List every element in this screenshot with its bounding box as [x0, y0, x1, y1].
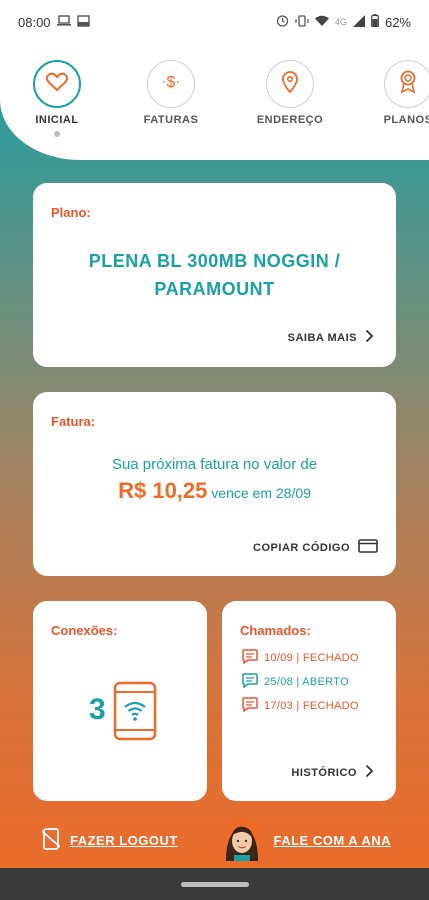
bottom-actions: FAZER LOGOUT FALE COM A ANA [0, 814, 429, 866]
status-right: 4G 62% [276, 14, 411, 30]
award-icon [399, 70, 417, 99]
connections-count: 3 [89, 693, 106, 726]
chat-ana-label: FALE COM A ANA [273, 832, 391, 848]
tickets-card: Chamados: 10/09 | FECHADO 25/08 | ABERTO… [222, 601, 396, 801]
laptop-icon [56, 15, 71, 29]
nav-circle-faturas: $ [147, 60, 195, 108]
chat-ana-button[interactable]: FALE COM A ANA [220, 817, 392, 864]
svg-text:$: $ [167, 74, 176, 91]
heart-icon [45, 72, 69, 97]
invoice-card-label: Fatura: [51, 414, 96, 429]
nav-circle-endereco [266, 60, 314, 108]
dollar-icon: $ [160, 71, 182, 98]
logout-label: FAZER LOGOUT [70, 832, 178, 848]
plan-name: PLENA BL 300MB NOGGIN / PARAMOUNT [88, 251, 341, 299]
chat-open-icon [242, 673, 258, 691]
vibrate-icon [295, 14, 309, 30]
top-nav: INICIAL $ FATURAS ENDEREÇO PLANOS [0, 44, 429, 160]
ticket-item[interactable]: 17/03 | FECHADO [242, 697, 359, 715]
system-nav-bar [0, 868, 429, 900]
chat-closed-icon [242, 697, 258, 715]
connections-card[interactable]: Conexões: 3 [33, 601, 207, 801]
screen-icon [76, 14, 90, 30]
invoice-intro-text: Sua próxima fatura no valor de [111, 456, 318, 473]
tab-inicial[interactable]: INICIAL [17, 60, 97, 137]
chevron-right-icon [365, 764, 374, 781]
home-indicator[interactable] [180, 881, 249, 887]
ticket-item-text: 10/09 | FECHADO [264, 652, 359, 664]
connections-card-label: Conexões: [51, 623, 118, 638]
ticket-item-text: 17/03 | FECHADO [264, 700, 359, 712]
tickets-card-label: Chamados: [240, 623, 311, 638]
copy-code-button[interactable]: COPIAR CÓDIGO [253, 539, 378, 556]
plan-card: Plano: PLENA BL 300MB NOGGIN / PARAMOUNT… [33, 183, 396, 367]
logout-phone-icon [41, 827, 61, 853]
historico-link[interactable]: HISTÓRICO [291, 764, 374, 781]
nav-circle-planos [384, 60, 429, 108]
tab-endereco[interactable]: ENDEREÇO [250, 60, 330, 126]
location-pin-icon [281, 70, 299, 98]
ana-avatar [220, 817, 264, 864]
copy-code-label: COPIAR CÓDIGO [253, 541, 350, 554]
logout-button[interactable]: FAZER LOGOUT [41, 827, 178, 853]
invoice-amount: R$ 10,25 [118, 478, 208, 503]
nav-circle-inicial [33, 60, 81, 108]
chat-closed-icon [242, 649, 258, 667]
card-icon [358, 539, 378, 556]
tab-endereco-label: ENDEREÇO [256, 114, 324, 126]
invoice-card: Fatura: Sua próxima fatura no valor de R… [33, 392, 396, 576]
phone-wifi-icon [113, 681, 157, 746]
invoice-amount-line: R$ 10,25 vence em 28/09 [33, 478, 396, 504]
ticket-item-text: 25/08 | ABERTO [264, 676, 349, 688]
saiba-mais-label: SAIBA MAIS [287, 331, 357, 344]
network-type: 4G [334, 17, 347, 27]
battery-icon [371, 14, 379, 30]
historico-label: HISTÓRICO [291, 766, 357, 779]
status-bar: 08:00 4G 62% [0, 0, 429, 44]
tab-inicial-label: INICIAL [35, 114, 79, 126]
plan-card-label: Plano: [51, 205, 91, 220]
status-time: 08:00 [18, 14, 51, 30]
status-left: 08:00 [18, 15, 90, 30]
signal-icon [352, 14, 365, 30]
ticket-item[interactable]: 10/09 | FECHADO [242, 649, 359, 667]
ticket-item[interactable]: 25/08 | ABERTO [242, 673, 349, 691]
battery-level: 62% [384, 14, 411, 30]
saiba-mais-link[interactable]: SAIBA MAIS [288, 329, 374, 346]
chevron-right-icon [365, 329, 374, 346]
wifi-icon [314, 15, 329, 29]
tab-planos[interactable]: PLANOS [368, 60, 429, 126]
active-tab-dot [54, 131, 60, 137]
tab-faturas-label: FATURAS [143, 114, 199, 126]
invoice-due-text: vence em 28/09 [211, 485, 311, 501]
alarm-icon [276, 14, 289, 30]
tab-faturas[interactable]: $ FATURAS [131, 60, 211, 126]
tab-planos-label: PLANOS [383, 114, 429, 126]
